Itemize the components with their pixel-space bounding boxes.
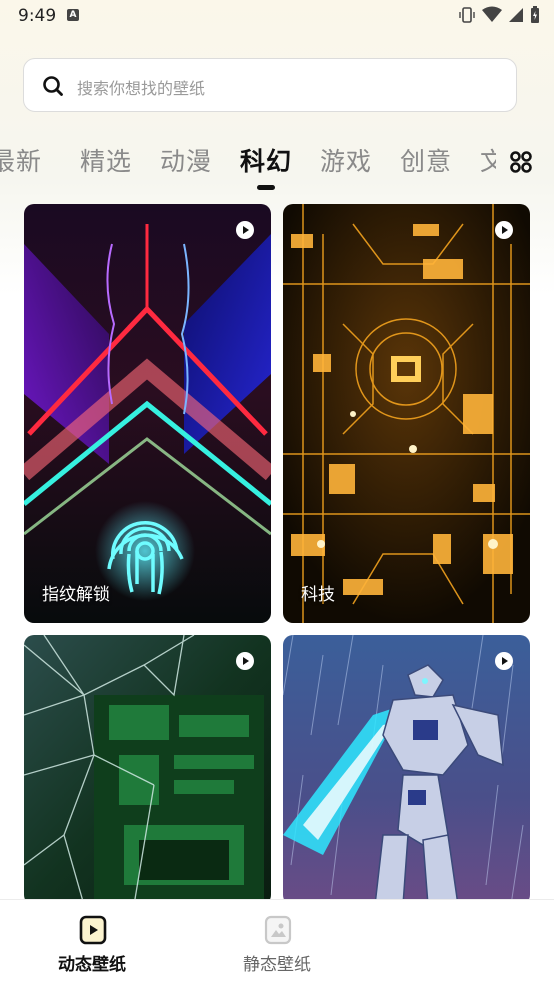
nav-static-wallpaper[interactable]: 静态壁纸 (187, 900, 367, 985)
search-placeholder: 搜索你想找的壁纸 (77, 79, 206, 98)
card-title: 科技 (301, 585, 335, 605)
wallpaper-thumbnail (283, 635, 530, 905)
tab-games[interactable]: 游戏 (320, 142, 372, 178)
play-icon (495, 652, 513, 670)
dynamic-wallpaper-icon (79, 915, 107, 945)
wallpaper-card[interactable]: 指纹解锁 (24, 204, 271, 623)
play-icon (236, 652, 254, 670)
vibrate-icon (459, 7, 475, 23)
wallpaper-card[interactable] (283, 635, 530, 905)
wallpaper-thumbnail (24, 635, 271, 905)
bottom-navigation: 动态壁纸 静态壁纸 (0, 899, 554, 985)
play-icon (495, 221, 513, 239)
wallpaper-thumbnail (24, 204, 271, 623)
status-icons (458, 6, 540, 24)
wallpaper-thumbnail (283, 204, 530, 623)
tab-latest[interactable]: 最新 (0, 142, 42, 178)
static-wallpaper-icon (264, 915, 292, 945)
search-input[interactable]: 搜索你想找的壁纸 (23, 58, 517, 112)
category-tabs: 最新 精选 动漫 科幻 游戏 创意 文 (0, 138, 496, 188)
tab-featured[interactable]: 精选 (80, 142, 132, 178)
tab-text[interactable]: 文 (480, 142, 496, 178)
wallpaper-card[interactable] (24, 635, 271, 905)
nav-label: 静态壁纸 (243, 955, 311, 975)
wallpaper-card[interactable]: 科技 (283, 204, 530, 623)
status-time: 9:49 (18, 6, 57, 26)
nav-dynamic-wallpaper[interactable]: 动态壁纸 (2, 900, 182, 985)
tab-scifi[interactable]: 科幻 (240, 142, 292, 178)
status-bar: 9:49 A (0, 0, 554, 34)
tab-anime[interactable]: 动漫 (160, 142, 212, 178)
battery-icon (531, 6, 539, 23)
wifi-icon (482, 6, 502, 22)
nav-label: 动态壁纸 (58, 955, 126, 975)
card-title: 指纹解锁 (42, 585, 110, 605)
play-icon (236, 221, 254, 239)
active-tab-indicator (257, 185, 275, 190)
status-notification-icon: A (67, 9, 79, 21)
search-icon (43, 76, 63, 96)
grid-icon[interactable] (509, 150, 533, 174)
signal-icon (509, 8, 523, 22)
tab-creative[interactable]: 创意 (400, 142, 452, 178)
